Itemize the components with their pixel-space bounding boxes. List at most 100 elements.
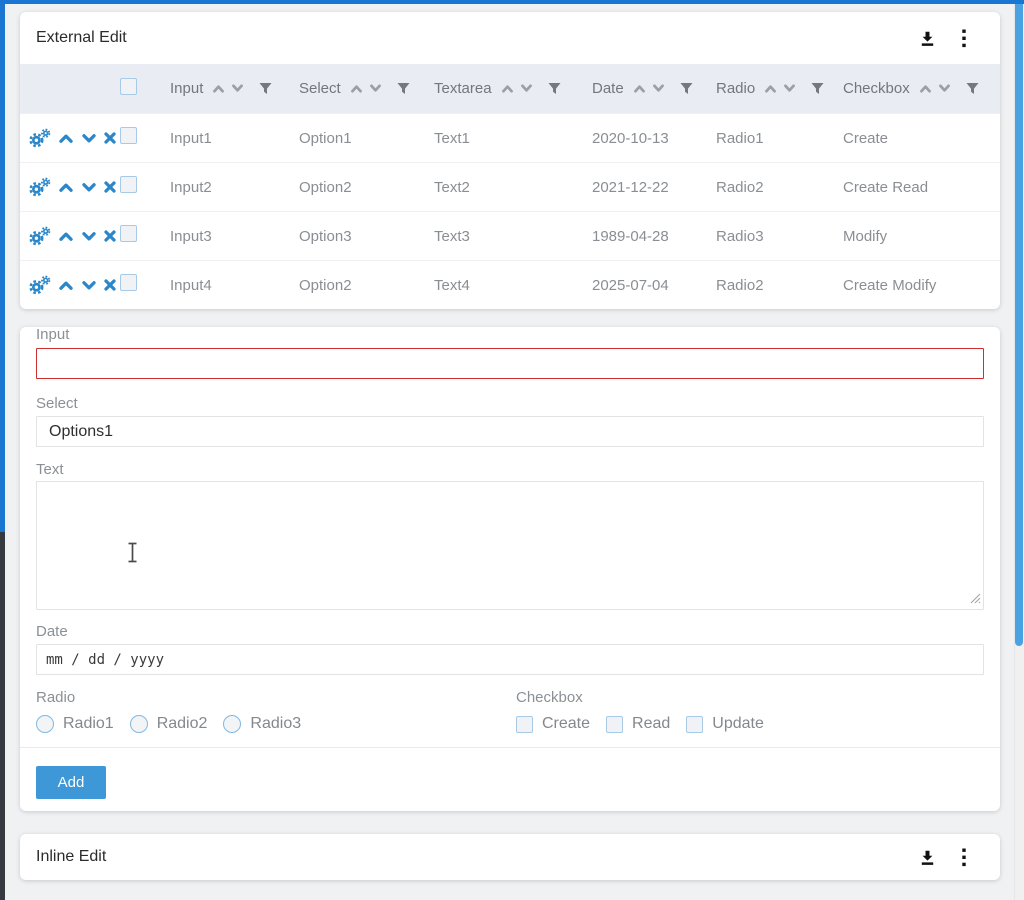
delete-x-icon[interactable] [104,279,116,291]
text-area-field[interactable] [36,481,984,610]
download-icon[interactable] [918,848,937,867]
input-field[interactable] [36,348,984,379]
sort-desc-chevron-icon[interactable] [369,84,382,93]
date-placeholder: mm / dd / yyyy [46,652,164,668]
vertical-scrollbar-thumb[interactable] [1015,0,1023,646]
cell-radio: Radio3 [716,228,843,245]
filter-funnel-icon[interactable] [397,82,410,95]
sort-asc-chevron-icon[interactable] [633,84,646,93]
cell-select: Option3 [299,228,434,245]
filter-funnel-icon[interactable] [811,82,824,95]
settings-cogs-icon[interactable] [28,177,51,197]
radio-option[interactable]: Radio3 [223,715,301,733]
table-row: Input3 Option3 Text3 1989-04-28 Radio3 M… [20,211,1000,260]
move-down-icon[interactable] [81,133,97,144]
sort-desc-chevron-icon[interactable] [783,84,796,93]
cell-textarea: Text3 [434,228,592,245]
sort-desc-chevron-icon[interactable] [231,84,244,93]
move-up-icon[interactable] [58,280,74,291]
checkbox-option[interactable]: Create [516,715,590,733]
sort-desc-chevron-icon[interactable] [520,84,533,93]
delete-x-icon[interactable] [104,132,116,144]
date-field[interactable]: mm / dd / yyyy [36,644,984,675]
left-edge-blue [0,0,5,532]
select-label: Select [36,396,984,412]
delete-x-icon[interactable] [104,181,116,193]
row-checkbox[interactable] [120,176,137,193]
move-up-icon[interactable] [58,182,74,193]
cell-select: Option2 [299,179,434,196]
cell-input: Input2 [170,179,299,196]
filter-funnel-icon[interactable] [548,82,561,95]
cell-checkbox: Create Modify [843,277,1000,294]
page-content: External Edit Input Select [20,12,1000,880]
checkbox-option[interactable]: Update [686,715,764,733]
checkbox-option-label: Create [542,715,590,733]
move-up-icon[interactable] [58,133,74,144]
filter-funnel-icon[interactable] [259,82,272,95]
cell-select: Option2 [299,277,434,294]
download-icon[interactable] [918,29,937,48]
kebab-menu-icon[interactable] [961,848,967,867]
settings-cogs-icon[interactable] [28,226,51,246]
settings-cogs-icon[interactable] [28,128,51,148]
row-checkbox[interactable] [120,127,137,144]
row-checkbox[interactable] [120,225,137,242]
move-down-icon[interactable] [81,182,97,193]
sort-asc-chevron-icon[interactable] [764,84,777,93]
add-form-card: Input Select Options1 Text Date mm / dd … [20,327,1000,811]
radio-option[interactable]: Radio2 [130,715,208,733]
checkbox-option-label: Update [712,715,764,733]
filter-funnel-icon[interactable] [966,82,979,95]
delete-x-icon[interactable] [104,230,116,242]
select-all-checkbox[interactable] [120,78,137,95]
checkbox[interactable] [516,716,533,733]
sort-asc-chevron-icon[interactable] [350,84,363,93]
window-top-border [0,0,1024,4]
column-header-radio: Radio [716,80,843,97]
column-header-select: Select [299,80,434,97]
cell-radio: Radio2 [716,179,843,196]
column-label: Select [299,80,341,97]
move-down-icon[interactable] [81,280,97,291]
column-header-textarea: Textarea [434,80,592,97]
add-button[interactable]: Add [36,766,106,799]
column-label: Radio [716,80,755,97]
sort-desc-chevron-icon[interactable] [652,84,665,93]
select-all-cell [120,78,170,100]
radio-button[interactable] [223,715,241,733]
sort-asc-chevron-icon[interactable] [919,84,932,93]
checkbox-option-label: Read [632,715,670,733]
resize-handle-icon[interactable] [970,593,981,604]
table-row: Input2 Option2 Text2 2021-12-22 Radio2 C… [20,162,1000,211]
move-down-icon[interactable] [81,231,97,242]
column-label: Textarea [434,80,492,97]
checkbox-option[interactable]: Read [606,715,670,733]
select-field[interactable]: Options1 [36,416,984,447]
left-edge-dark [0,532,5,900]
kebab-menu-icon[interactable] [961,29,967,48]
row-checkbox[interactable] [120,274,137,291]
radio-button[interactable] [130,715,148,733]
radio-option[interactable]: Radio1 [36,715,114,733]
cell-input: Input3 [170,228,299,245]
sort-asc-chevron-icon[interactable] [501,84,514,93]
column-label: Input [170,80,203,97]
filter-funnel-icon[interactable] [680,82,693,95]
table-header-row: Input Select Textarea Date [20,64,1000,113]
vertical-scrollbar-track[interactable] [1014,0,1024,900]
table-row: Input4 Option2 Text4 2025-07-04 Radio2 C… [20,260,1000,309]
column-header-date: Date [592,80,716,97]
sort-asc-chevron-icon[interactable] [212,84,225,93]
sort-desc-chevron-icon[interactable] [938,84,951,93]
cell-textarea: Text1 [434,130,592,147]
radio-group: Radio1 Radio2 Radio3 [36,715,516,733]
checkbox[interactable] [606,716,623,733]
checkbox[interactable] [686,716,703,733]
radio-button[interactable] [36,715,54,733]
move-up-icon[interactable] [58,231,74,242]
cell-checkbox: Create Read [843,179,1000,196]
table-row: Input1 Option1 Text1 2020-10-13 Radio1 C… [20,113,1000,162]
settings-cogs-icon[interactable] [28,275,51,295]
cell-date: 2020-10-13 [592,130,716,147]
